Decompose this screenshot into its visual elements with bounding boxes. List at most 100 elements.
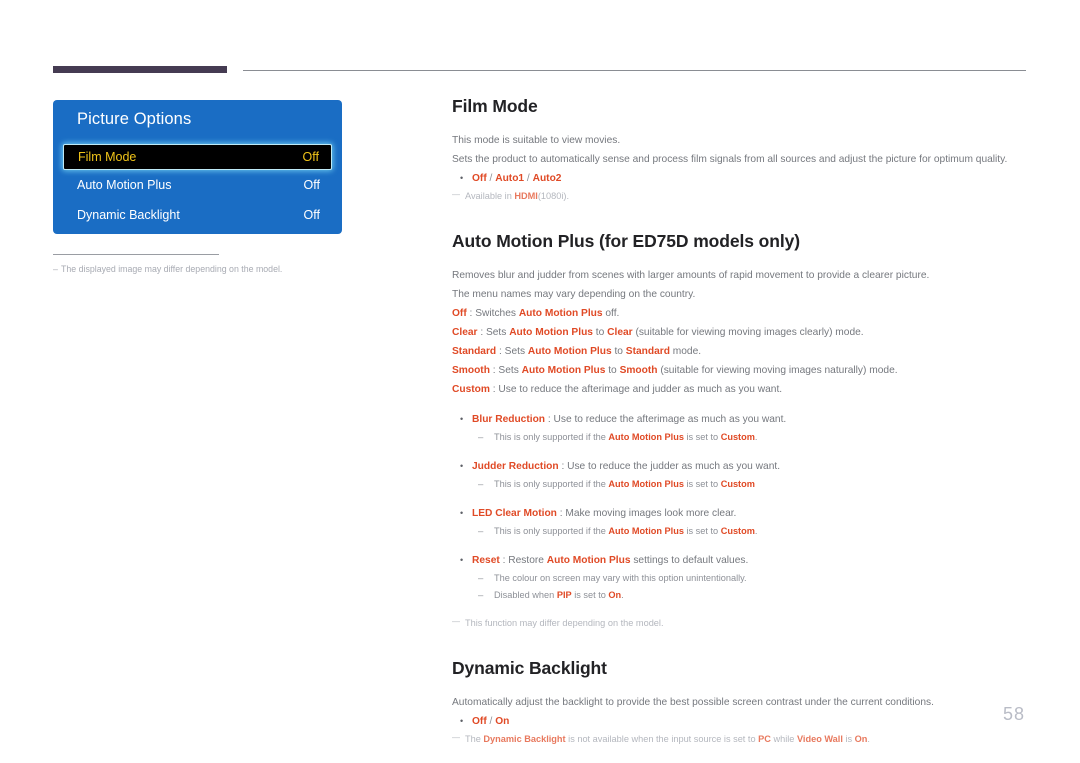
- sub-ref-pip: PIP: [556, 590, 572, 600]
- def-text: : Use to reduce the afterimage and judde…: [489, 384, 783, 395]
- sub-value: Custom: [720, 526, 755, 536]
- amp-sub-led-clear-motion: This is only supported if the Auto Motio…: [452, 523, 1032, 540]
- amp-def-smooth: Smooth : Sets Auto Motion Plus to Smooth…: [452, 361, 1032, 380]
- sub-text-mid: is set to: [683, 526, 721, 536]
- def-value: Clear: [607, 327, 633, 338]
- bullet-ref: Auto Motion Plus: [546, 555, 631, 566]
- note-term-pc: PC: [758, 734, 771, 744]
- osd-item-value: Off: [302, 150, 319, 164]
- def-value: Standard: [625, 346, 670, 357]
- option-off: Off: [472, 173, 487, 184]
- def-term: Clear: [452, 327, 478, 338]
- def-text-tail: mode.: [669, 346, 702, 357]
- amp-sub-reset-pip: Disabled when PIP is set to On.: [452, 587, 1032, 604]
- sub-text-tail: .: [754, 432, 758, 442]
- def-term: Smooth: [452, 365, 490, 376]
- amp-bullet-judder-reduction: Judder Reduction : Use to reduce the jud…: [452, 457, 1032, 476]
- def-text: : Sets: [489, 365, 522, 376]
- osd-panel-title: Picture Options: [77, 110, 192, 128]
- def-text: : Sets: [496, 346, 528, 357]
- bullet-text: : Make moving images look more clear.: [556, 508, 737, 519]
- note-term-dynamic-backlight: Dynamic Backlight: [483, 734, 566, 744]
- dash-marker-icon: –: [53, 264, 58, 274]
- sub-text-tail: .: [621, 590, 624, 600]
- def-text: : Sets: [477, 327, 510, 338]
- sub-text: This is only supported if the: [494, 526, 609, 536]
- osd-item-label: Film Mode: [78, 150, 137, 164]
- sub-ref: Auto Motion Plus: [608, 526, 684, 536]
- dynamic-backlight-note: The Dynamic Backlight is not available w…: [452, 729, 1032, 748]
- sub-text-tail: .: [754, 526, 758, 536]
- option-separator: /: [524, 173, 533, 184]
- def-ref: Auto Motion Plus: [521, 365, 606, 376]
- def-text: : Switches: [466, 308, 519, 319]
- amp-sub-blur-reduction: This is only supported if the Auto Motio…: [452, 429, 1032, 446]
- film-mode-description-2: Sets the product to automatically sense …: [452, 154, 1008, 165]
- def-text-mid: to: [592, 327, 608, 338]
- amp-bullet-led-clear-motion: LED Clear Motion : Make moving images lo…: [452, 504, 1032, 523]
- bullet-text-tail: settings to default values.: [630, 555, 749, 566]
- option-on: On: [495, 716, 510, 727]
- amp-description-1: Removes blur and judder from scenes with…: [452, 270, 930, 281]
- osd-item-value: Off: [303, 178, 320, 192]
- bullet-term: Reset: [472, 555, 500, 566]
- sub-text-mid: is set to: [683, 479, 721, 489]
- option-separator: /: [486, 716, 496, 727]
- note-text-mid: is not available when the input source i…: [565, 734, 759, 744]
- bullet-term: Blur Reduction: [472, 414, 546, 425]
- osd-menu-item-film-mode[interactable]: Film Mode Off: [63, 144, 332, 170]
- amp-sub-reset-colour: The colour on screen may vary with this …: [452, 570, 1032, 587]
- film-mode-options: Off / Auto1 / Auto2: [452, 169, 1032, 188]
- content-column: Film Mode This mode is suitable to view …: [452, 96, 1032, 748]
- note-term-on: On: [854, 734, 868, 744]
- dynamic-backlight-options: Off / On: [452, 712, 1032, 731]
- note-text: The: [465, 734, 484, 744]
- def-term: Custom: [452, 384, 490, 395]
- def-text-mid: to: [611, 346, 626, 357]
- film-mode-description-1: This mode is suitable to view movies.: [452, 135, 621, 146]
- amp-def-off: Off : Switches Auto Motion Plus off.: [452, 304, 1032, 323]
- def-text-mid: to: [605, 365, 620, 376]
- note-term-hdmi: HDMI: [514, 191, 538, 201]
- option-auto2: Auto2: [532, 173, 562, 184]
- note-text-mid2: while: [770, 734, 797, 744]
- osd-menu-item-dynamic-backlight[interactable]: Dynamic Backlight Off: [53, 200, 342, 230]
- def-text-tail: (suitable for viewing moving images natu…: [657, 365, 898, 376]
- section-title-film-mode: Film Mode: [452, 96, 538, 116]
- note-text-tail: .: [867, 734, 870, 744]
- sub-ref: Auto Motion Plus: [608, 479, 684, 489]
- osd-illustration-column: Picture Options Film Mode Off Auto Motio…: [53, 100, 353, 274]
- amp-note: This function may differ depending on th…: [452, 613, 1032, 632]
- def-text-tail: (suitable for viewing moving images clea…: [632, 327, 864, 338]
- sub-text: This is only supported if the: [494, 479, 609, 489]
- sub-text: Disabled when: [494, 590, 557, 600]
- dynamic-backlight-description: Automatically adjust the backlight to pr…: [452, 697, 934, 708]
- def-term: Standard: [452, 346, 497, 357]
- note-text: Available in: [465, 191, 515, 201]
- amp-sub-judder-reduction: This is only supported if the Auto Motio…: [452, 476, 1032, 493]
- amp-def-custom: Custom : Use to reduce the afterimage an…: [452, 380, 1032, 399]
- sub-ref: Auto Motion Plus: [608, 432, 684, 442]
- def-term: Off: [452, 308, 467, 319]
- amp-def-clear: Clear : Sets Auto Motion Plus to Clear (…: [452, 323, 1032, 342]
- note-text-mid3: is: [842, 734, 855, 744]
- sub-value: Custom: [720, 432, 755, 442]
- header-divider-line: [243, 70, 1026, 71]
- osd-panel: Picture Options Film Mode Off Auto Motio…: [53, 100, 342, 234]
- osd-item-label: Auto Motion Plus: [77, 178, 172, 192]
- section-title-auto-motion-plus: Auto Motion Plus (for ED75D models only): [452, 231, 800, 251]
- sub-value: Custom: [720, 479, 755, 489]
- option-auto1: Auto1: [495, 173, 525, 184]
- osd-caption-text: The displayed image may differ depending…: [61, 264, 283, 274]
- film-mode-note: Available in HDMI(1080i).: [452, 186, 1032, 205]
- note-text-tail: (1080i).: [537, 191, 570, 201]
- bullet-term: Judder Reduction: [472, 461, 559, 472]
- osd-item-label: Dynamic Backlight: [77, 208, 180, 222]
- osd-menu-item-auto-motion-plus[interactable]: Auto Motion Plus Off: [53, 170, 342, 200]
- sub-text-mid: is set to: [571, 590, 609, 600]
- osd-caption-divider: [53, 254, 219, 255]
- amp-description-2: The menu names may vary depending on the…: [452, 289, 696, 300]
- bullet-text: : Use to reduce the judder as much as yo…: [558, 461, 781, 472]
- page-number: 58: [1002, 704, 1025, 724]
- sub-text: The colour on screen may vary with this …: [494, 573, 747, 583]
